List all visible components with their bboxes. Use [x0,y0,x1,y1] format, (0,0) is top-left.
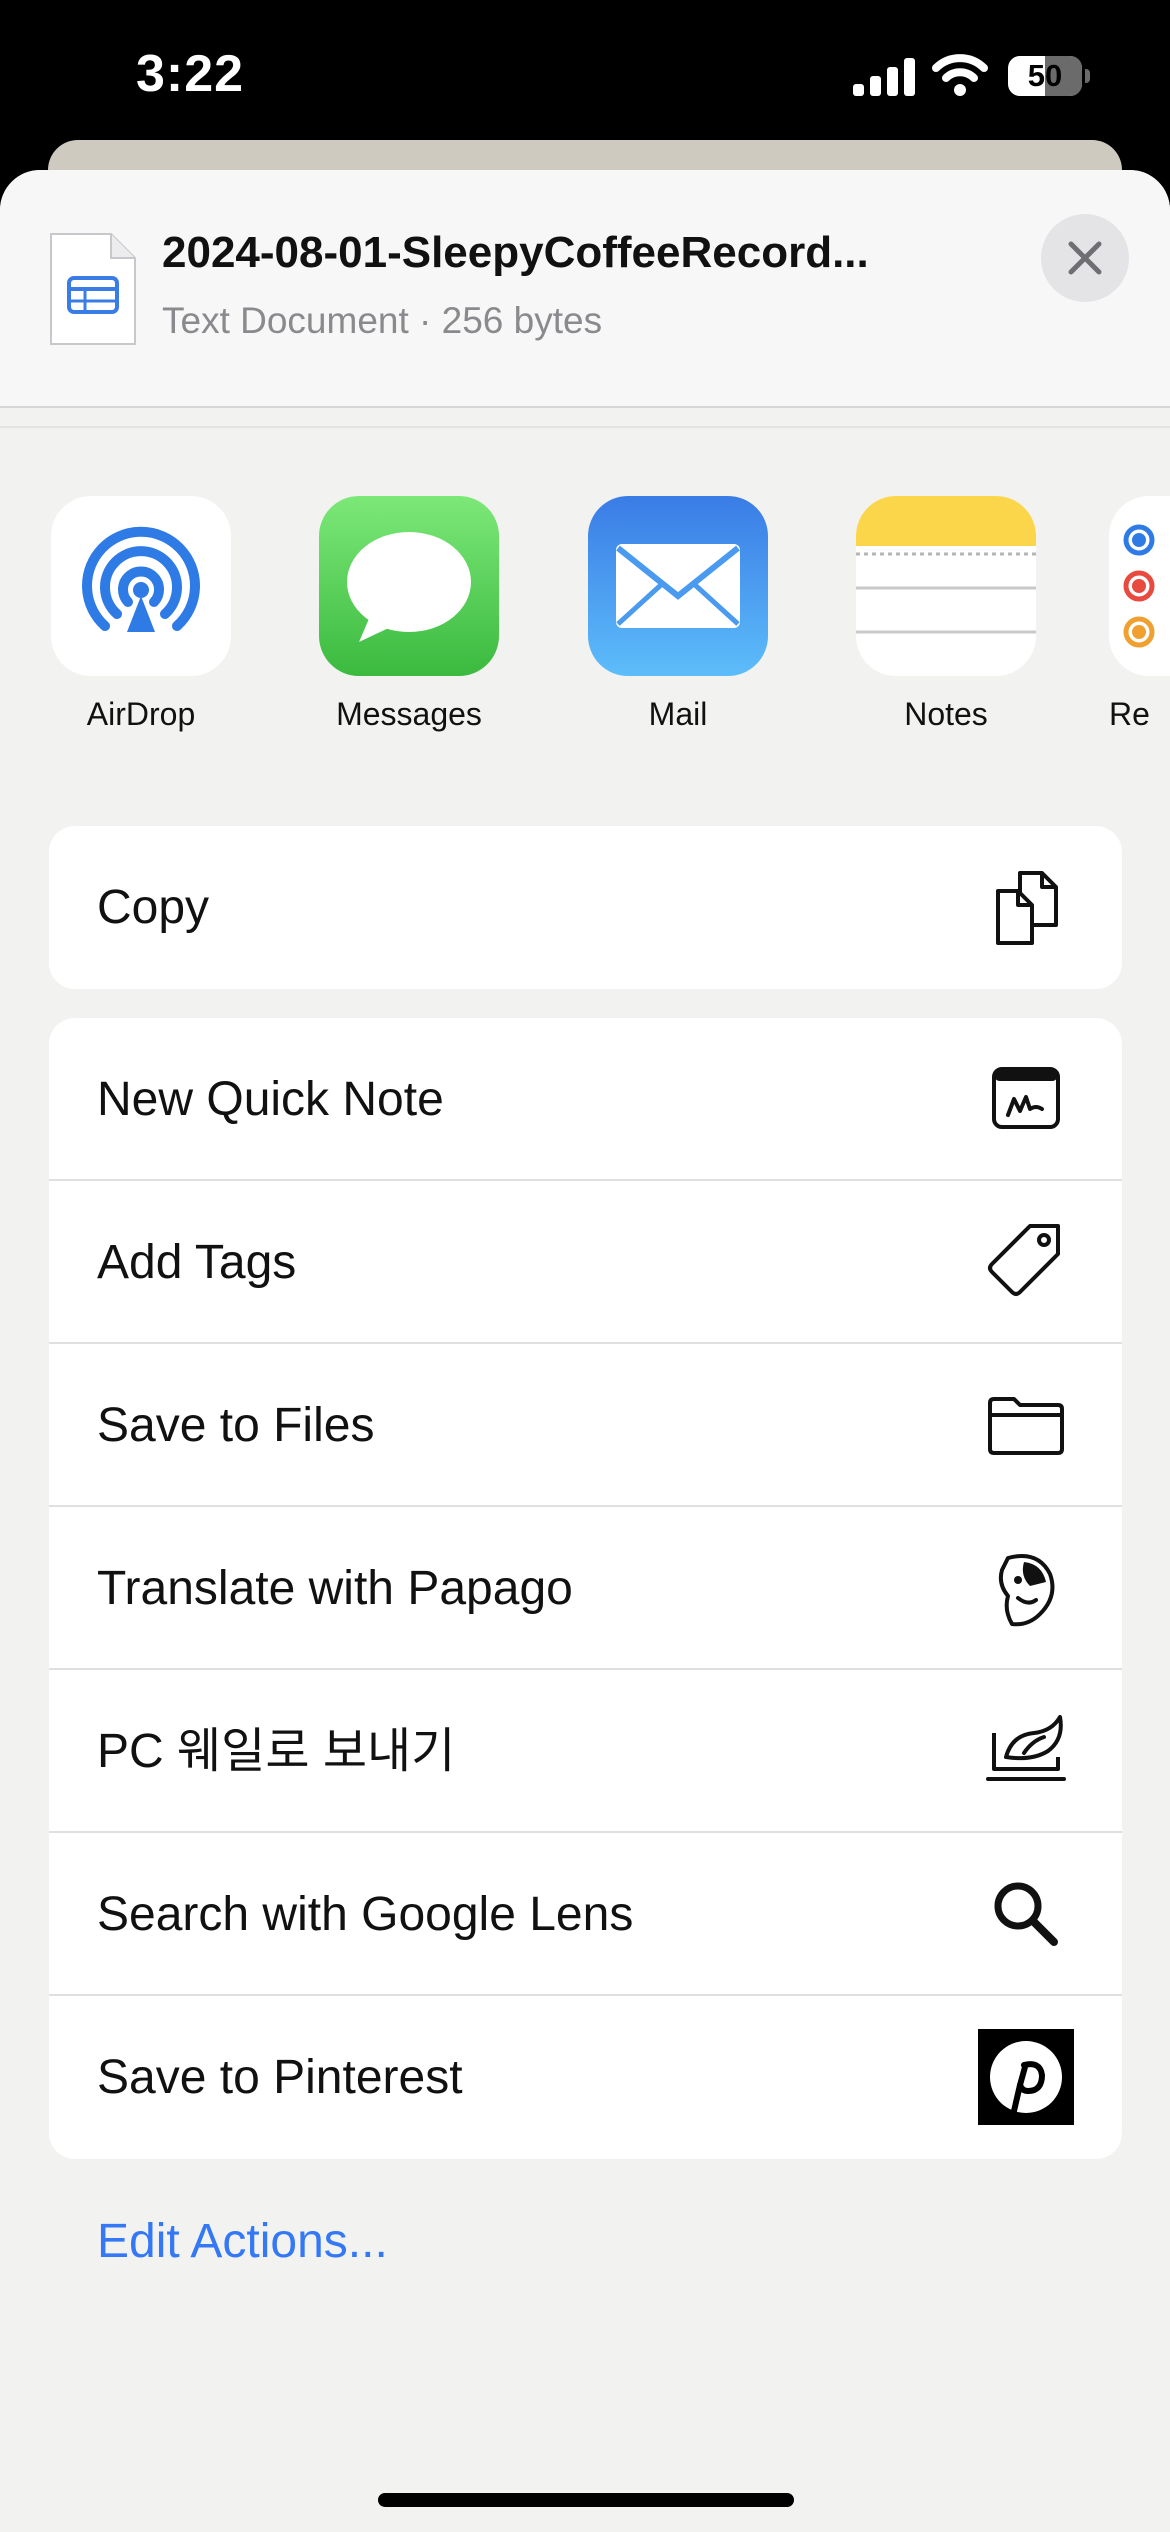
app-mail[interactable]: Mail [573,496,783,733]
phone-screen: 3:22 50 2024-08-01-SleepyCoffeeRecord...… [0,0,1170,2532]
share-sheet-header: 2024-08-01-SleepyCoffeeRecord... Text Do… [0,170,1170,408]
app-label: Mail [648,696,708,732]
notes-icon [856,496,1036,676]
share-sheet: 2024-08-01-SleepyCoffeeRecord... Text Do… [0,170,1170,2532]
action-label: PC 웨일로 보내기 [97,1725,456,1778]
action-label: Add Tags [97,1236,297,1289]
app-messages[interactable]: Messages [304,496,514,733]
action-label: New Quick Note [97,1073,444,1126]
battery-icon: 50 [1008,56,1082,96]
folder-icon [978,1377,1074,1473]
file-details: Text Document · 256 bytes [162,300,603,341]
tag-icon [978,1214,1074,1310]
edit-actions-link[interactable]: Edit Actions... [97,2214,388,2269]
action-label: Translate with Papago [97,1562,573,1615]
reminders-icon [1109,496,1170,676]
whale-icon [978,1703,1074,1799]
cellular-signal-icon [853,58,915,96]
action-send-to-pc-whale[interactable]: PC 웨일로 보내기 [49,1670,1122,1833]
action-label: Copy [97,881,210,934]
status-bar: 3:22 50 [0,0,1170,150]
header-divider [0,426,1170,428]
home-indicator[interactable] [378,2493,794,2507]
copy-icon [978,859,1074,955]
status-time: 3:22 [136,45,245,103]
action-add-tags[interactable]: Add Tags [49,1181,1122,1344]
action-copy[interactable]: Copy [49,826,1122,989]
action-save-to-pinterest[interactable]: Save to Pinterest [49,1996,1122,2159]
app-label: AirDrop [86,696,196,732]
app-reminders[interactable]: Re [1109,496,1170,733]
app-notes[interactable]: Notes [841,496,1051,733]
battery-level: 50 [1027,58,1063,93]
wifi-icon [932,54,988,96]
messages-icon [319,496,499,676]
action-new-quick-note[interactable]: New Quick Note [49,1018,1122,1181]
close-icon [1068,241,1102,275]
close-button[interactable] [1041,214,1129,302]
file-name: 2024-08-01-SleepyCoffeeRecord... [162,228,869,277]
app-airdrop[interactable]: AirDrop [36,496,246,733]
action-label: Save to Pinterest [97,2051,463,2104]
papago-icon [978,1540,1074,1636]
app-label: Notes [904,696,988,732]
airdrop-icon [51,496,231,676]
action-label: Search with Google Lens [97,1888,634,1941]
spreadsheet-document-icon [50,233,136,345]
action-translate-with-papago[interactable]: Translate with Papago [49,1507,1122,1670]
action-search-with-google-lens[interactable]: Search with Google Lens [49,1833,1122,1996]
pinterest-icon [978,2029,1074,2125]
actions-group: New Quick Note Add Tags Save to Files Tr… [49,1018,1122,2159]
battery-indicator: 50 [1008,56,1090,96]
app-label: Messages [336,696,482,732]
app-label: Re [1109,696,1150,732]
copy-action-group: Copy [49,826,1122,989]
action-label: Save to Files [97,1399,375,1452]
action-save-to-files[interactable]: Save to Files [49,1344,1122,1507]
quick-note-icon [978,1051,1074,1147]
mail-icon [588,496,768,676]
search-icon [978,1866,1074,1962]
